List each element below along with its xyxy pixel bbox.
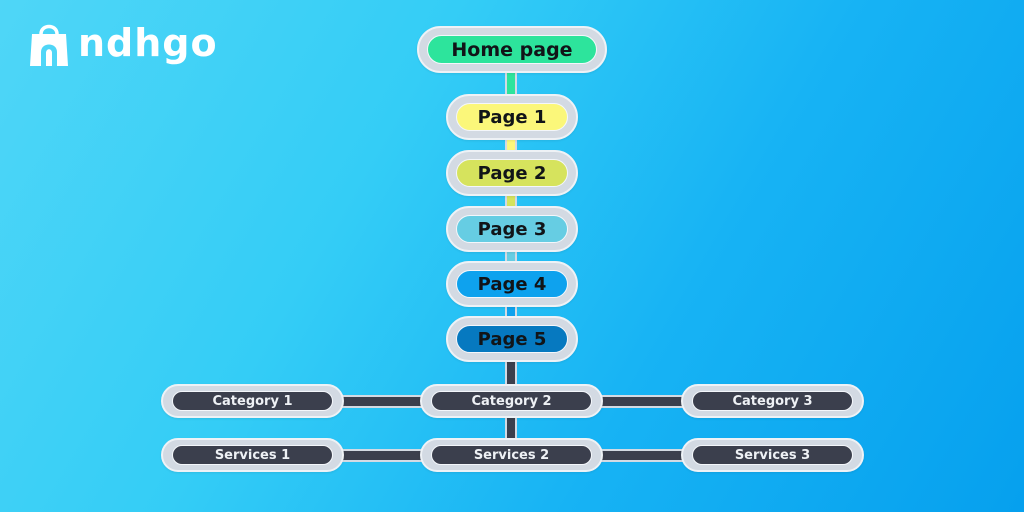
node-category-1-label: Category 1 (212, 393, 293, 409)
node-page-3-label: Page 3 (477, 218, 547, 240)
node-category-3-label: Category 3 (732, 393, 813, 409)
node-category-2-label: Category 2 (471, 393, 552, 409)
connector-services1-services2 (341, 449, 422, 462)
node-home-page-label: Home page (451, 38, 573, 61)
node-page-4-label: Page 4 (477, 273, 547, 295)
node-page-5-label: Page 5 (477, 328, 547, 350)
connector-category1-category2 (341, 395, 422, 408)
brand-name: ndhgo (78, 21, 218, 65)
connector-services2-services3 (600, 449, 683, 462)
connector-home-page1 (505, 70, 517, 96)
connector-page5-category2 (505, 360, 517, 386)
node-page-1-label: Page 1 (477, 106, 547, 128)
node-page-2-label: Page 2 (477, 162, 547, 184)
brand-logo: ndhgo (28, 16, 218, 72)
node-services-1-label: Services 1 (214, 447, 291, 463)
connector-category2-category3 (600, 395, 683, 408)
connector-category2-services2 (505, 415, 517, 440)
node-services-3-label: Services 3 (734, 447, 811, 463)
shopping-bag-icon (30, 24, 68, 66)
node-services-2-label: Services 2 (473, 447, 550, 463)
